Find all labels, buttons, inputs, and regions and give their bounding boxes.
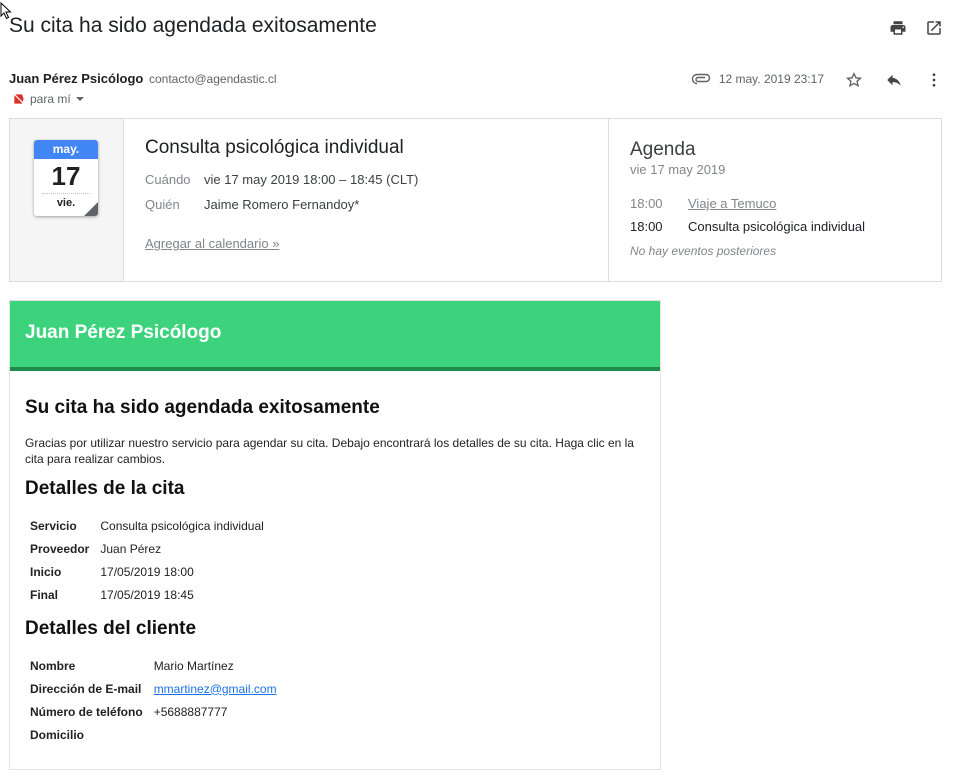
star-button[interactable] bbox=[843, 69, 865, 91]
agenda-item: 18:00 Viaje a Temuco bbox=[630, 196, 941, 211]
agenda-item-time: 18:00 bbox=[630, 196, 663, 211]
agenda-item: 18:00 Consulta psicológica individual bbox=[630, 219, 941, 234]
sender-name[interactable]: Juan Pérez Psicólogo bbox=[9, 71, 143, 86]
agenda-title: Agenda bbox=[630, 139, 696, 160]
agenda-panel: Agenda vie 17 may 2019 18:00 Viaje a Tem… bbox=[609, 119, 941, 281]
calendar-divider bbox=[42, 193, 90, 194]
reply-icon bbox=[887, 74, 901, 86]
table-row: Servicio Consulta psicológica individual bbox=[30, 514, 264, 537]
sender-email: contacto@agendastic.cl bbox=[149, 72, 277, 86]
email-meta: 12 may. 2019 23:17 bbox=[691, 72, 824, 86]
recipients-toggle[interactable]: para mí bbox=[12, 92, 85, 106]
agenda-note: No hay eventos posteriores bbox=[630, 244, 777, 258]
appointment-details-table: Servicio Consulta psicológica individual … bbox=[30, 514, 264, 606]
agenda-date: vie 17 may 2019 bbox=[630, 162, 726, 177]
add-to-calendar-link[interactable]: Agregar al calendario » bbox=[145, 236, 279, 251]
detail-label: Dirección de E-mail bbox=[30, 681, 142, 696]
reply-button[interactable] bbox=[883, 69, 905, 91]
detail-value: Juan Pérez bbox=[100, 541, 162, 556]
important-marker-icon bbox=[13, 93, 25, 105]
event-when-row: Cuándo vie 17 may 2019 18:00 – 18:45 (CL… bbox=[145, 172, 608, 187]
detail-value bbox=[154, 723, 277, 746]
more-vertical-icon bbox=[932, 73, 936, 87]
detail-label: Final bbox=[30, 587, 59, 602]
detail-label: Servicio bbox=[30, 518, 77, 533]
client-email-link[interactable]: mmartinez@gmail.com bbox=[154, 682, 277, 696]
print-button[interactable] bbox=[887, 17, 909, 39]
email-intro: Gracias por utilizar nuestro servicio pa… bbox=[25, 436, 634, 466]
star-outline-icon bbox=[845, 72, 863, 88]
recipients-label: para mí bbox=[30, 92, 71, 106]
email-body: Juan Pérez Psicólogo Su cita ha sido age… bbox=[9, 300, 661, 770]
agenda-item-link[interactable]: Viaje a Temuco bbox=[688, 196, 776, 211]
event-who-row: Quién Jaime Romero Fernandoy* bbox=[145, 197, 608, 212]
detail-label: Número de teléfono bbox=[30, 704, 143, 719]
detail-label: Domicilio bbox=[30, 727, 85, 742]
calendar-date-icon: may. 17 vie. bbox=[34, 140, 98, 216]
table-row: Nombre Mario Martínez bbox=[30, 654, 277, 677]
agenda-item-time: 18:00 bbox=[630, 219, 663, 234]
print-icon bbox=[890, 21, 906, 35]
calendar-date-panel: may. 17 vie. bbox=[10, 119, 124, 281]
client-details-table: Nombre Mario Martínez Dirección de E-mail… bbox=[30, 654, 277, 746]
calendar-day: 17 bbox=[51, 161, 81, 191]
email-date: 12 may. 2019 23:17 bbox=[718, 72, 824, 86]
sender-line: Juan Pérez Psicólogo contacto@agendastic… bbox=[9, 71, 277, 86]
calendar-month: may. bbox=[34, 140, 98, 159]
table-row: Inicio 17/05/2019 18:00 bbox=[30, 560, 264, 583]
attachment-icon bbox=[691, 73, 711, 85]
email-banner: Juan Pérez Psicólogo bbox=[10, 301, 660, 371]
event-when-label: Cuándo bbox=[145, 172, 191, 187]
event-when-value: vie 17 may 2019 18:00 – 18:45 (CLT) bbox=[204, 172, 419, 187]
table-row: Proveedor Juan Pérez bbox=[30, 537, 264, 560]
event-who-label: Quién bbox=[145, 197, 180, 212]
detail-label: Nombre bbox=[30, 658, 76, 673]
client-details-heading: Detalles del cliente bbox=[25, 618, 197, 639]
detail-value: 17/05/2019 18:45 bbox=[100, 587, 194, 602]
calendar-invite-card: may. 17 vie. Consulta psicológica indivi… bbox=[9, 118, 942, 282]
detail-label: Inicio bbox=[30, 564, 62, 579]
email-subject: Su cita ha sido agendada exitosamente bbox=[9, 14, 377, 37]
detail-value: 17/05/2019 18:00 bbox=[100, 564, 194, 579]
table-row: Final 17/05/2019 18:45 bbox=[30, 583, 264, 606]
event-title: Consulta psicológica individual bbox=[145, 137, 404, 158]
agenda-item-name: Consulta psicológica individual bbox=[688, 219, 866, 234]
more-options-button[interactable] bbox=[923, 69, 945, 91]
table-row: Número de teléfono +5688887777 bbox=[30, 700, 277, 723]
table-row: Dirección de E-mail mmartinez@gmail.com bbox=[30, 677, 277, 700]
email-heading: Su cita ha sido agendada exitosamente bbox=[25, 397, 380, 418]
event-details: Consulta psicológica individual Cuándo v… bbox=[124, 119, 609, 281]
table-row: Domicilio bbox=[30, 723, 277, 746]
detail-value: Consulta psicológica individual bbox=[100, 518, 264, 533]
open-in-new-window-button[interactable] bbox=[923, 17, 945, 39]
detail-value: Mario Martínez bbox=[153, 658, 234, 673]
detail-value: +5688887777 bbox=[153, 704, 228, 719]
page-fold-icon bbox=[84, 202, 98, 216]
chevron-down-icon bbox=[75, 97, 84, 101]
email-content: Su cita ha sido agendada exitosamente Gr… bbox=[10, 397, 660, 746]
appointment-details-heading: Detalles de la cita bbox=[25, 478, 185, 499]
event-who-value: Jaime Romero Fernandoy* bbox=[204, 197, 360, 212]
open-in-new-window-icon bbox=[927, 21, 941, 35]
detail-label: Proveedor bbox=[30, 541, 90, 556]
